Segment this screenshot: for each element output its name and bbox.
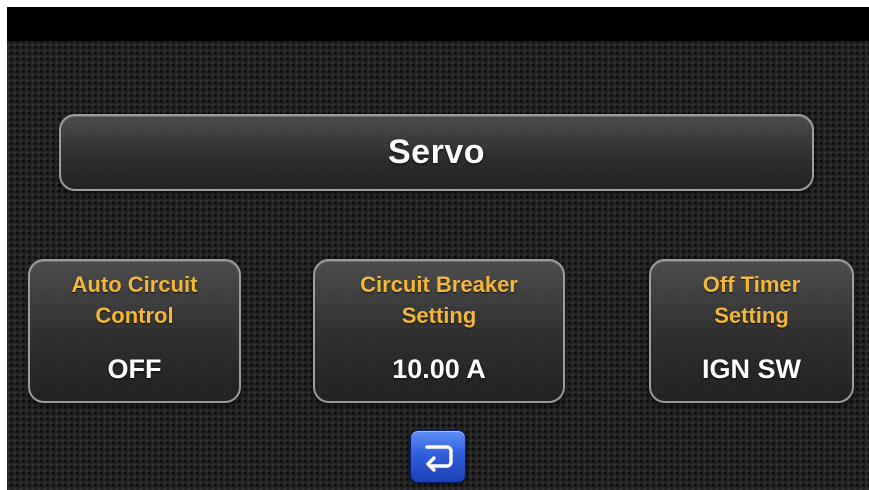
return-arrow-icon	[421, 442, 455, 472]
top-status-bar	[7, 7, 869, 41]
circuit-breaker-setting-value: 10.00 A	[392, 354, 486, 384]
title-panel: Servo	[59, 114, 814, 191]
page-title: Servo	[388, 133, 485, 171]
circuit-breaker-setting-tile[interactable]: Circuit Breaker Setting 10.00 A	[313, 259, 565, 403]
device-screen: Servo Auto Circuit Control OFF Circuit B…	[7, 7, 869, 490]
auto-circuit-control-value: OFF	[107, 354, 162, 384]
off-timer-setting-value: IGN SW	[702, 354, 801, 384]
auto-circuit-control-tile[interactable]: Auto Circuit Control OFF	[28, 259, 241, 403]
off-timer-setting-tile[interactable]: Off Timer Setting IGN SW	[649, 259, 854, 403]
off-timer-setting-label: Off Timer Setting	[702, 272, 801, 328]
back-button[interactable]	[410, 430, 466, 483]
auto-circuit-control-label: Auto Circuit Control	[71, 272, 198, 328]
circuit-breaker-setting-label: Circuit Breaker Setting	[360, 272, 518, 328]
